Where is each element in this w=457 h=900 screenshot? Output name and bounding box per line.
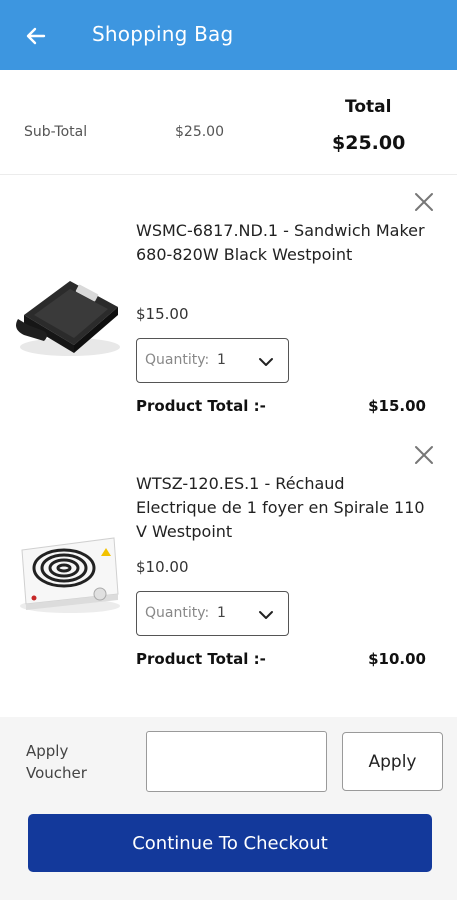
quantity-value: 1 (217, 352, 226, 368)
product-name[interactable]: WTSZ-120.ES.1 - Réchaud Electrique de 1 … (136, 472, 426, 544)
product-price: $15.00 (136, 305, 189, 323)
back-button[interactable] (20, 20, 52, 52)
product-total-value: $10.00 (368, 650, 426, 668)
quantity-select[interactable]: Quantity: 1 (136, 591, 289, 636)
cart-item: WSMC-6817.ND.1 - Sandwich Maker 680-820W… (0, 175, 457, 427)
app-bar: Shopping Bag (0, 0, 457, 70)
total-label: Total (345, 97, 392, 117)
subtotal-label: Sub-Total (24, 124, 88, 140)
continue-to-checkout-button[interactable]: Continue To Checkout (28, 814, 432, 872)
remove-item-button[interactable] (413, 191, 435, 213)
chevron-down-icon (259, 611, 273, 619)
product-name[interactable]: WSMC-6817.ND.1 - Sandwich Maker 680-820W… (136, 219, 426, 267)
total-value: $25.00 (332, 132, 406, 154)
checkout-footer: Apply Voucher Apply Continue To Checkout (0, 717, 457, 900)
remove-item-button[interactable] (413, 444, 435, 466)
product-total-value: $15.00 (368, 397, 426, 415)
voucher-label: Apply Voucher (26, 742, 87, 782)
product-price: $10.00 (136, 558, 189, 576)
product-total-label: Product Total :- (136, 650, 266, 668)
page-title: Shopping Bag (92, 22, 234, 46)
quantity-label: Quantity: (145, 605, 210, 621)
electric-hotplate-image[interactable] (14, 528, 126, 618)
cart-item: WTSZ-120.ES.1 - Réchaud Electrique de 1 … (0, 428, 457, 680)
arrow-left-icon (26, 27, 46, 45)
quantity-select[interactable]: Quantity: 1 (136, 338, 289, 383)
product-total-label: Product Total :- (136, 397, 266, 415)
quantity-label: Quantity: (145, 352, 210, 368)
quantity-value: 1 (217, 605, 226, 621)
voucher-input[interactable] (146, 731, 327, 792)
chevron-down-icon (259, 358, 273, 366)
sandwich-maker-image[interactable] (14, 275, 126, 365)
order-summary: Sub-Total $25.00 Total $25.00 (0, 70, 457, 175)
subtotal-value: $25.00 (175, 124, 224, 140)
apply-voucher-button[interactable]: Apply (342, 732, 443, 791)
